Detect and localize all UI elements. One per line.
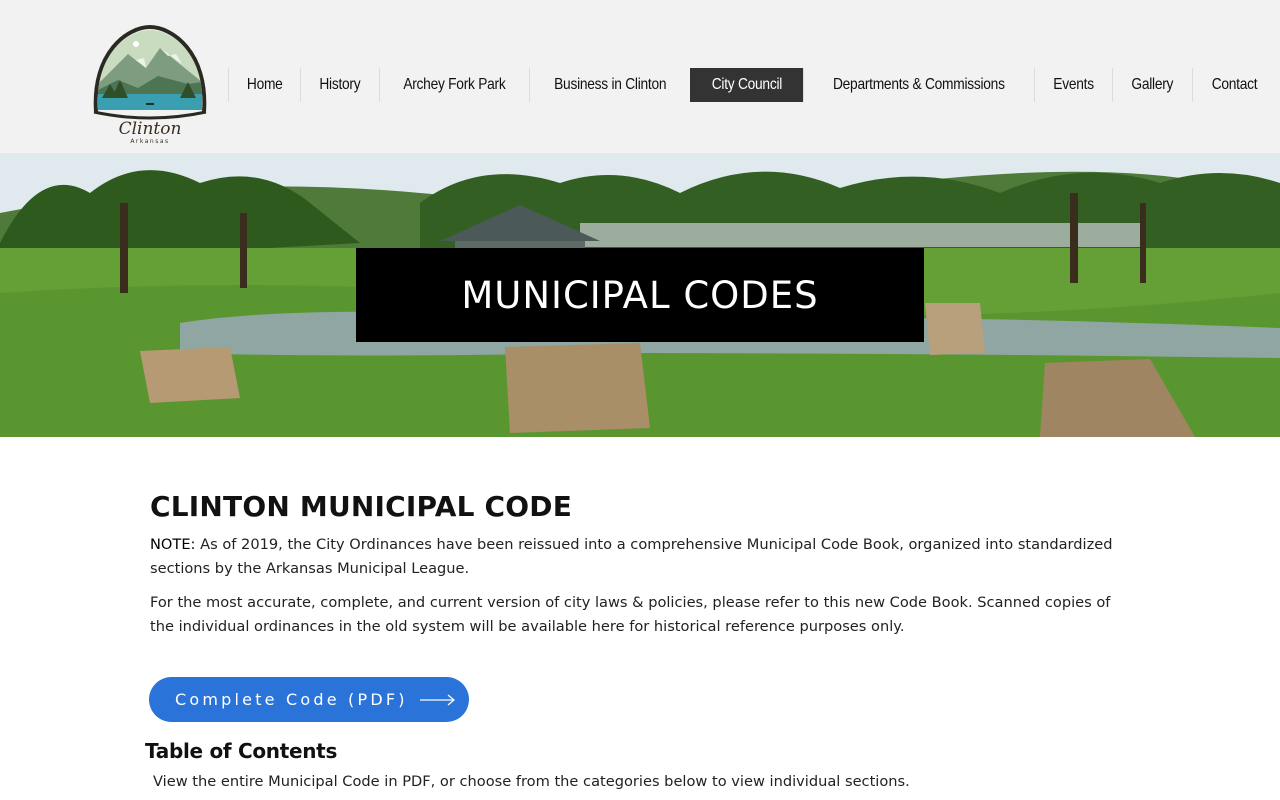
logo-emblem-icon: Clinton Arkansas	[93, 24, 207, 145]
nav-item-label: Home	[246, 76, 283, 93]
nav-item-archey-fork-park[interactable]: Archey Fork Park	[379, 68, 529, 102]
nav-item-city-council[interactable]: City Council	[690, 68, 804, 102]
note-label: NOTE:	[150, 536, 196, 553]
complete-code-pdf-button[interactable]: Complete Code (PDF)	[149, 677, 469, 722]
nav-item-contact[interactable]: Contact	[1191, 68, 1276, 102]
nav-item-history[interactable]: History	[300, 68, 380, 102]
arrow-right-icon	[419, 694, 456, 706]
page-title: CLINTON MUNICIPAL CODE	[150, 490, 573, 523]
nav-item-label: Gallery	[1131, 76, 1174, 93]
hero-title: MUNICIPAL CODES	[461, 273, 819, 317]
hero-banner: MUNICIPAL CODES	[0, 153, 1280, 437]
site-header: Clinton Arkansas Home History Archey Fork …	[0, 0, 1280, 153]
nav-item-departments-commissions[interactable]: Departments & Commissions	[803, 68, 1034, 102]
nav-item-gallery[interactable]: Gallery	[1111, 68, 1192, 102]
note-text: As of 2019, the City Ordinances have bee…	[150, 536, 1113, 577]
nav-item-label: City Council	[712, 76, 783, 93]
pdf-button-label: Complete Code (PDF)	[175, 690, 408, 709]
nav-item-label: Departments & Commissions	[833, 76, 1005, 93]
nav-item-events[interactable]: Events	[1033, 68, 1112, 102]
note-paragraph: NOTE: As of 2019, the City Ordinances ha…	[150, 533, 1130, 581]
hero-title-box: MUNICIPAL CODES	[356, 248, 924, 342]
svg-text:Clinton: Clinton	[119, 119, 182, 139]
main-nav: Home History Archey Fork Park Business in C…	[228, 68, 1276, 102]
nav-item-business-in-clinton[interactable]: Business in Clinton	[528, 68, 691, 102]
nav-item-label: Business in Clinton	[554, 76, 667, 93]
toc-description: View the entire Municipal Code in PDF, o…	[153, 773, 910, 790]
nav-item-label: Contact	[1211, 76, 1257, 93]
nav-item-label: Archey Fork Park	[403, 76, 506, 93]
clinton-logo[interactable]: Clinton Arkansas	[88, 24, 212, 146]
nav-item-label: Events	[1053, 76, 1094, 93]
toc-title: Table of Contents	[145, 739, 338, 763]
svg-text:Arkansas: Arkansas	[130, 138, 169, 145]
nav-item-label: History	[319, 76, 361, 93]
main-content: CLINTON MUNICIPAL CODE NOTE: As of 2019,…	[150, 490, 1130, 639]
info-paragraph: For the most accurate, complete, and cur…	[150, 594, 1111, 635]
nav-item-home[interactable]: Home	[228, 68, 301, 102]
